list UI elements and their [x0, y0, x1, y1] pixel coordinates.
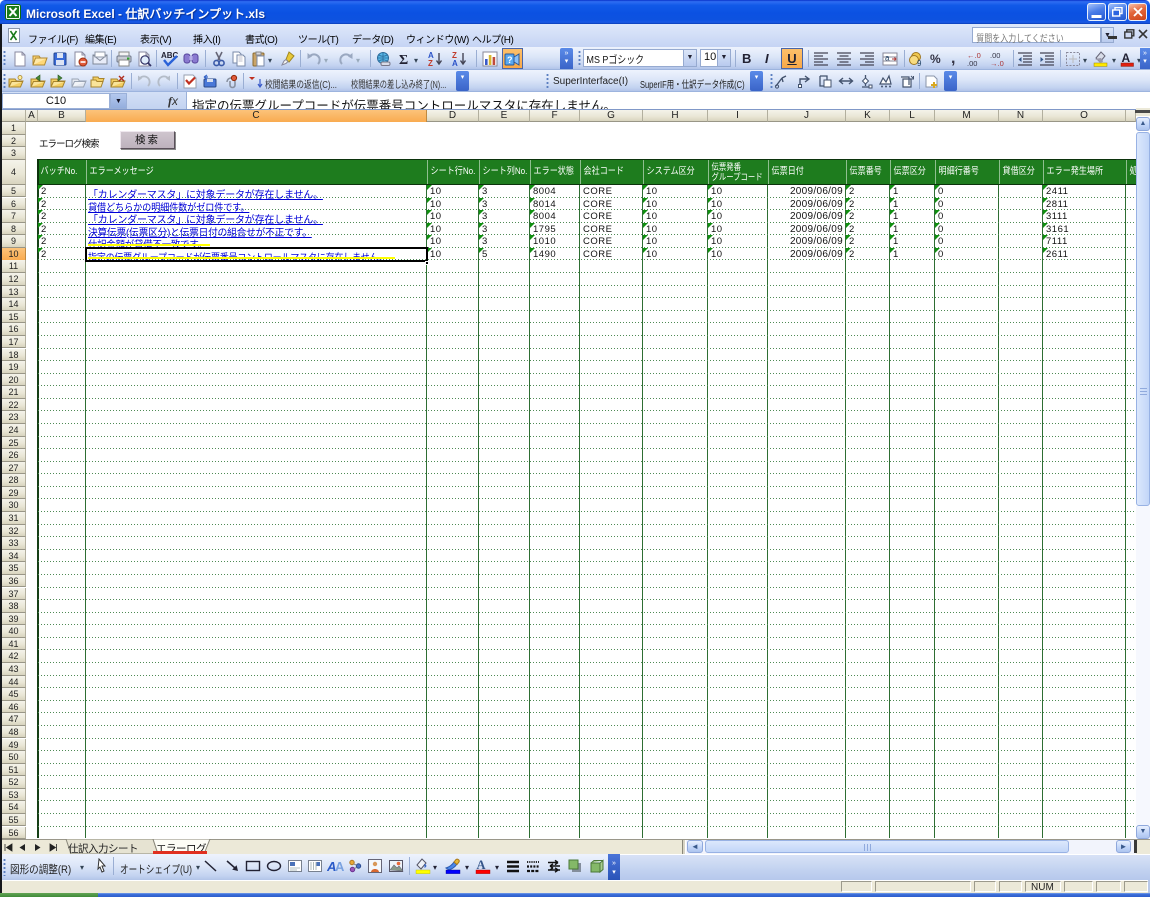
svg-text:Σ: Σ [399, 53, 408, 67]
svg-text:a: a [885, 54, 890, 63]
svg-text:?: ? [507, 55, 513, 65]
svg-text:A: A [335, 859, 344, 874]
svg-text:Z: Z [428, 59, 433, 67]
svg-text:9: 9 [917, 59, 922, 67]
svg-text:A: A [452, 59, 458, 67]
svg-text:→.0: →.0 [990, 59, 1004, 67]
svg-text:.00: .00 [967, 59, 977, 67]
